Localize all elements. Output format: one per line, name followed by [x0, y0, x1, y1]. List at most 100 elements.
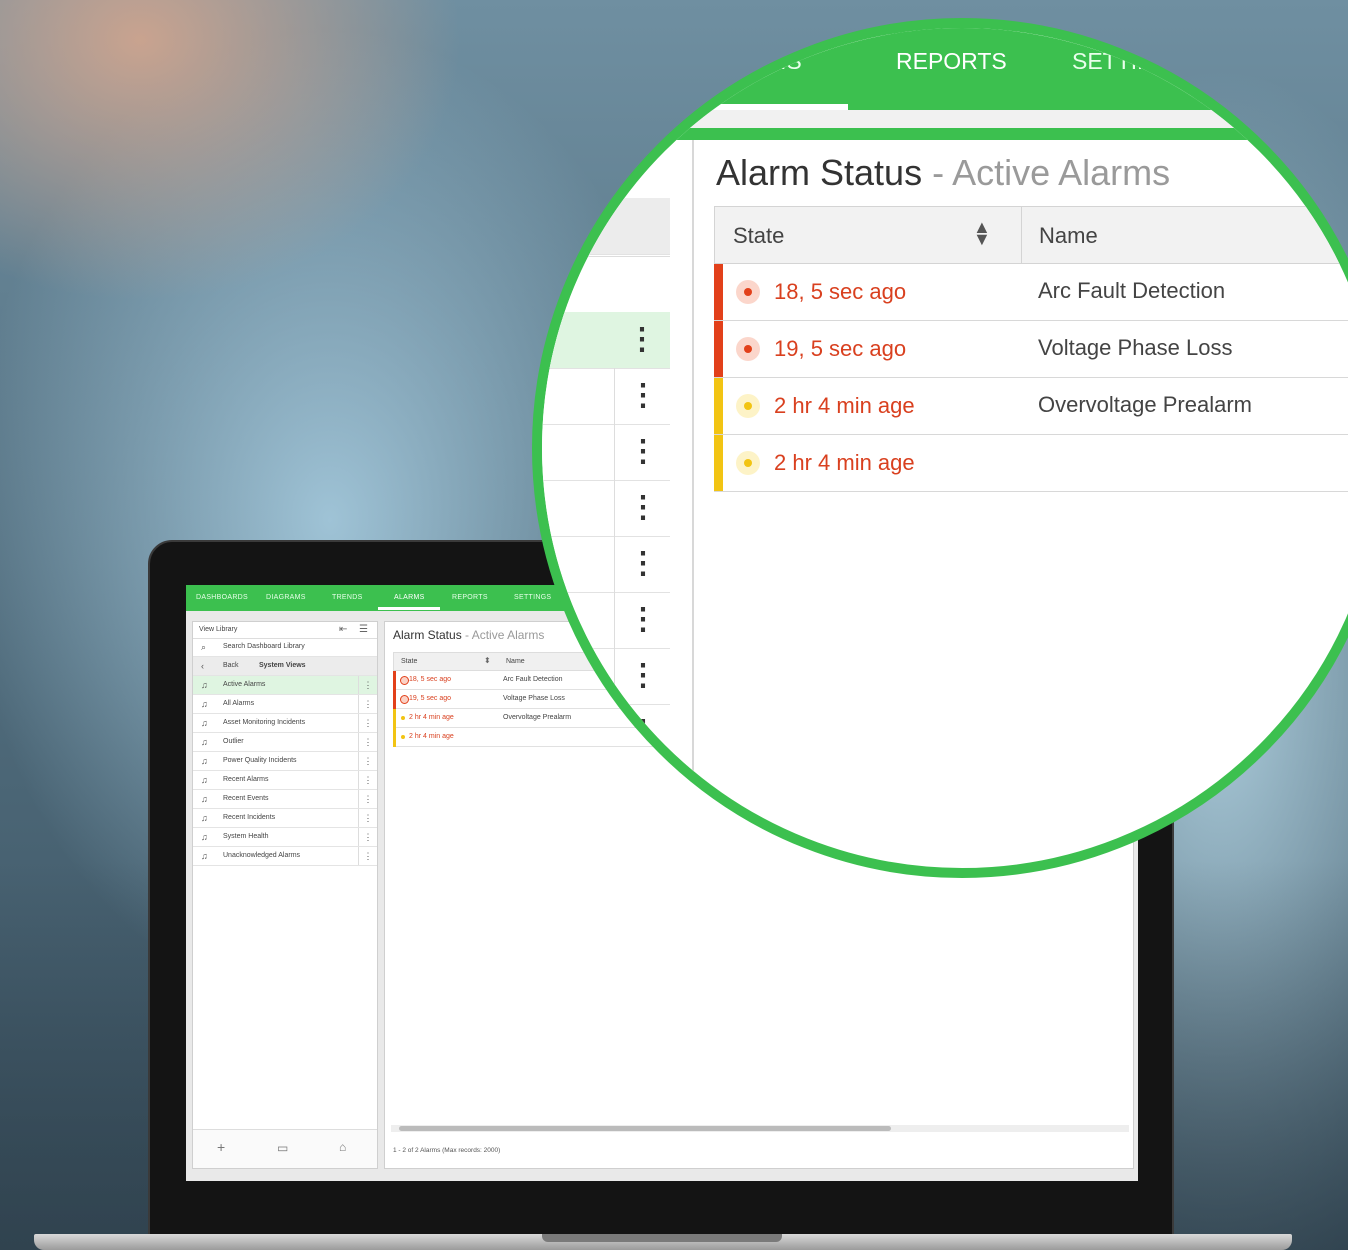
more-options-icon[interactable]: ⋮	[614, 704, 671, 760]
page-title: Alarm Status - Active Alarms	[393, 628, 544, 642]
more-options-icon[interactable]: ⋮	[358, 847, 377, 865]
table-row[interactable]: 18, 5 sec ago Arc Fault Detection	[714, 264, 1348, 321]
library-item[interactable]: ♫ All Alarms ⋮	[193, 695, 377, 714]
more-options-icon[interactable]: ⋮	[614, 480, 671, 536]
library-item[interactable]: ♫ System Health ⋮	[193, 828, 377, 847]
more-options-icon[interactable]: ⋮	[614, 424, 671, 480]
collapse-panel-icon[interactable]: ⇤	[339, 624, 347, 635]
tab-settings-partial[interactable]: SETTIN	[1072, 48, 1154, 75]
view-library-panel: View Library ⇤ ☰ ⌕ Search Dashboard Libr…	[192, 621, 378, 1169]
alarm-dot-icon	[401, 716, 405, 720]
column-header-state[interactable]: State	[733, 223, 784, 249]
library-item[interactable]: ♫ Asset Monitoring Incidents ⋮	[193, 714, 377, 733]
severity-bar	[714, 264, 723, 320]
horizontal-scrollbar[interactable]	[391, 1125, 1129, 1132]
tab-dashboards[interactable]: DASHBOARDS	[196, 594, 248, 601]
list-item[interactable]: ⋮	[542, 704, 671, 761]
zoom-back-row[interactable]	[542, 198, 670, 255]
home-icon[interactable]: ⌂	[339, 1140, 346, 1154]
list-item[interactable]: ⋮	[542, 592, 671, 649]
library-search[interactable]: ⌕ Search Dashboard Library	[193, 638, 377, 657]
library-item[interactable]: ♫ Unacknowledged Alarms ⋮	[193, 847, 377, 866]
bell-icon: ♫	[201, 718, 208, 728]
more-options-icon[interactable]: ⋮	[614, 592, 671, 648]
library-item-label[interactable]: Recent Incidents	[223, 814, 275, 821]
column-header-state[interactable]: State	[401, 658, 417, 665]
zoom-page-title: Alarm Status - Active Alarms	[716, 152, 1170, 194]
more-options-icon[interactable]: ⋮	[358, 828, 377, 846]
library-back-row[interactable]: ‹ Back System Views	[193, 657, 377, 676]
library-item[interactable]: ♫ Recent Alarms ⋮	[193, 771, 377, 790]
tab-reports[interactable]: REPORTS	[452, 594, 488, 601]
library-item[interactable]: ♫ Recent Incidents ⋮	[193, 809, 377, 828]
active-tab-indicator	[378, 607, 440, 610]
column-header-name[interactable]: Name	[506, 658, 525, 665]
alarm-dot-core	[744, 459, 752, 467]
list-item[interactable]: ⋮	[542, 536, 671, 593]
more-options-icon[interactable]: ⋮	[358, 714, 377, 732]
menu-icon[interactable]: ☰	[359, 624, 368, 635]
more-options-icon[interactable]: ⋮	[358, 790, 377, 808]
search-icon: ⌕	[201, 642, 207, 652]
more-options-icon[interactable]: ⋮	[358, 695, 377, 713]
more-options-icon[interactable]: ⋮	[358, 733, 377, 751]
list-item[interactable]: ⋮	[542, 648, 671, 705]
library-item-label[interactable]: Power Quality Incidents	[223, 757, 297, 764]
library-item[interactable]: ♫ Power Quality Incidents ⋮	[193, 752, 377, 771]
library-item-label[interactable]: Asset Monitoring Incidents	[223, 719, 305, 726]
severity-bar	[393, 728, 396, 747]
tab-trends[interactable]: TRENDS	[332, 594, 363, 601]
library-item[interactable]: ♫ Outlier ⋮	[193, 733, 377, 752]
severity-bar	[393, 690, 396, 709]
table-row[interactable]: 2 hr 4 min age Overvoltage Prealarm	[714, 378, 1348, 435]
severity-bar	[714, 321, 723, 377]
list-item[interactable]: ⋮	[542, 424, 671, 481]
chevron-left-icon[interactable]: ‹	[201, 661, 204, 671]
tab-alarms[interactable]: ALARMS	[394, 594, 425, 601]
folder-icon[interactable]: ▭	[277, 1141, 288, 1155]
more-options-icon[interactable]: ⋮	[614, 368, 671, 424]
table-row[interactable]: 19, 5 sec ago Voltage Phase Loss	[714, 321, 1348, 378]
tab-diagrams[interactable]: DIAGRAMS	[266, 594, 306, 601]
table-row[interactable]: 2 hr 4 min age	[714, 435, 1348, 492]
tab-reports[interactable]: REPORTS	[896, 48, 1007, 75]
scrollbar-thumb[interactable]	[399, 1126, 891, 1131]
more-options-icon[interactable]: ⋮	[358, 809, 377, 827]
library-item[interactable]: ♫ Active Alarms ⋮	[193, 676, 377, 695]
library-item-label[interactable]: System Health	[223, 833, 269, 840]
bell-icon: ♫	[201, 794, 208, 804]
back-button[interactable]: Back	[223, 662, 239, 669]
list-item[interactable]: ⋮	[542, 368, 671, 425]
bell-icon: ♫	[201, 756, 208, 766]
more-options-icon[interactable]: ⋮	[614, 312, 670, 368]
sort-icon[interactable]: ⬍	[484, 656, 491, 665]
zoom-library-panel: ⋮ ⋮ ⋮ ⋮ ⋮ ⋮ ⋮ ⋮	[542, 140, 694, 868]
list-item[interactable]: ⋮	[542, 312, 670, 369]
more-options-icon[interactable]: ⋮	[614, 648, 671, 704]
column-header-name[interactable]: Name	[1039, 223, 1098, 249]
library-header: View Library ⇤ ☰	[193, 622, 377, 639]
search-input[interactable]: Search Dashboard Library	[223, 643, 305, 650]
library-footer: + ▭ ⌂	[193, 1129, 377, 1168]
library-item-label[interactable]: All Alarms	[223, 700, 254, 707]
library-item-label[interactable]: Outlier	[223, 738, 244, 745]
more-options-icon[interactable]: ⋮	[358, 676, 377, 694]
page-subtitle: Active Alarms	[952, 152, 1171, 193]
more-options-icon[interactable]: ⋮	[358, 752, 377, 770]
page-title-text: Alarm Status	[393, 628, 462, 642]
sort-icon[interactable]: ▲ ▼	[973, 218, 991, 248]
library-item-label[interactable]: Recent Events	[223, 795, 269, 802]
library-item-label[interactable]: Active Alarms	[223, 681, 265, 688]
alarm-dot-core	[744, 402, 752, 410]
alarm-state: 18, 5 sec ago	[774, 279, 907, 304]
library-item-label[interactable]: Recent Alarms	[223, 776, 269, 783]
library-item-label[interactable]: Unacknowledged Alarms	[223, 852, 300, 859]
plus-icon[interactable]: +	[217, 1139, 225, 1155]
tab-alarms-partial[interactable]: IS	[780, 48, 802, 75]
alarm-dot-core	[744, 288, 752, 296]
zoom-top-nav: IS REPORTS SETTIN	[542, 28, 1348, 110]
list-item[interactable]: ⋮	[542, 480, 671, 537]
library-item[interactable]: ♫ Recent Events ⋮	[193, 790, 377, 809]
more-options-icon[interactable]: ⋮	[614, 536, 671, 592]
more-options-icon[interactable]: ⋮	[358, 771, 377, 789]
